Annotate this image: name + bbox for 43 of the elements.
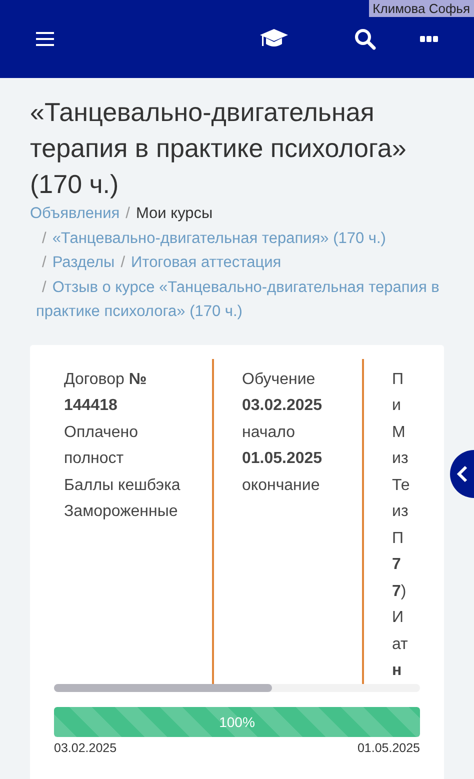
info-text: Замороженные <box>64 502 178 522</box>
info-text: 144418 <box>64 396 118 416</box>
end-date: 01.05.2025 <box>357 740 420 754</box>
info-text: из <box>392 449 408 469</box>
breadcrumb-link[interactable]: / «Танцевально-двигательная терапия» (170 ч.) <box>30 226 444 251</box>
progress-label: 100% <box>219 714 255 730</box>
info-text: полност <box>64 449 124 469</box>
collapse-button[interactable] <box>450 450 474 498</box>
info-text: из <box>392 502 408 522</box>
info-text: и <box>392 396 401 416</box>
info-text: Договор № <box>64 370 147 390</box>
info-text: 7 <box>392 555 401 575</box>
horizontal-scrollbar[interactable] <box>54 684 420 692</box>
info-text: П <box>392 370 404 390</box>
info-text: начало <box>242 422 296 442</box>
search-icon[interactable] <box>354 28 376 50</box>
info-text: ат <box>392 634 408 654</box>
info-text: Оплачено <box>64 422 138 442</box>
info-text: Баллы кешбэка <box>64 476 180 496</box>
info-text: окончание <box>242 476 320 496</box>
info-text: 7) <box>392 582 406 602</box>
chevron-left-icon <box>456 465 468 483</box>
breadcrumb-separator: / <box>120 254 125 271</box>
page-title: «Танцевально-двигательная терапия в практике психолога» (170 ч.) <box>30 96 408 201</box>
info-text: 01.05.2025 <box>242 449 322 469</box>
breadcrumb-separator: / <box>126 205 130 222</box>
info-text: П <box>392 528 404 548</box>
more-icon[interactable] <box>420 36 438 42</box>
breadcrumb-link[interactable]: Разделы <box>52 254 115 271</box>
info-text: Те <box>392 476 410 496</box>
user-name: Климова Софья <box>368 0 474 17</box>
breadcrumb-separator: / <box>42 254 46 271</box>
breadcrumb-link[interactable]: / Отзыв о курсе «Танцевально-двигательная терапия в практике психолога» (170 ч.) <box>30 276 444 324</box>
menu-icon[interactable] <box>36 32 54 46</box>
info-text: 03.02.2025 <box>242 396 322 416</box>
breadcrumb-link[interactable]: Итоговая аттестация <box>131 254 282 271</box>
info-text: М <box>392 422 406 442</box>
breadcrumb-current[interactable]: Мои курсы <box>136 205 213 222</box>
info-text: И <box>392 608 404 628</box>
breadcrumb-link[interactable]: Объявления <box>30 205 120 222</box>
info-text: н <box>392 661 402 681</box>
start-date: 03.02.2025 <box>54 740 117 754</box>
info-text: Обучение <box>242 370 316 390</box>
